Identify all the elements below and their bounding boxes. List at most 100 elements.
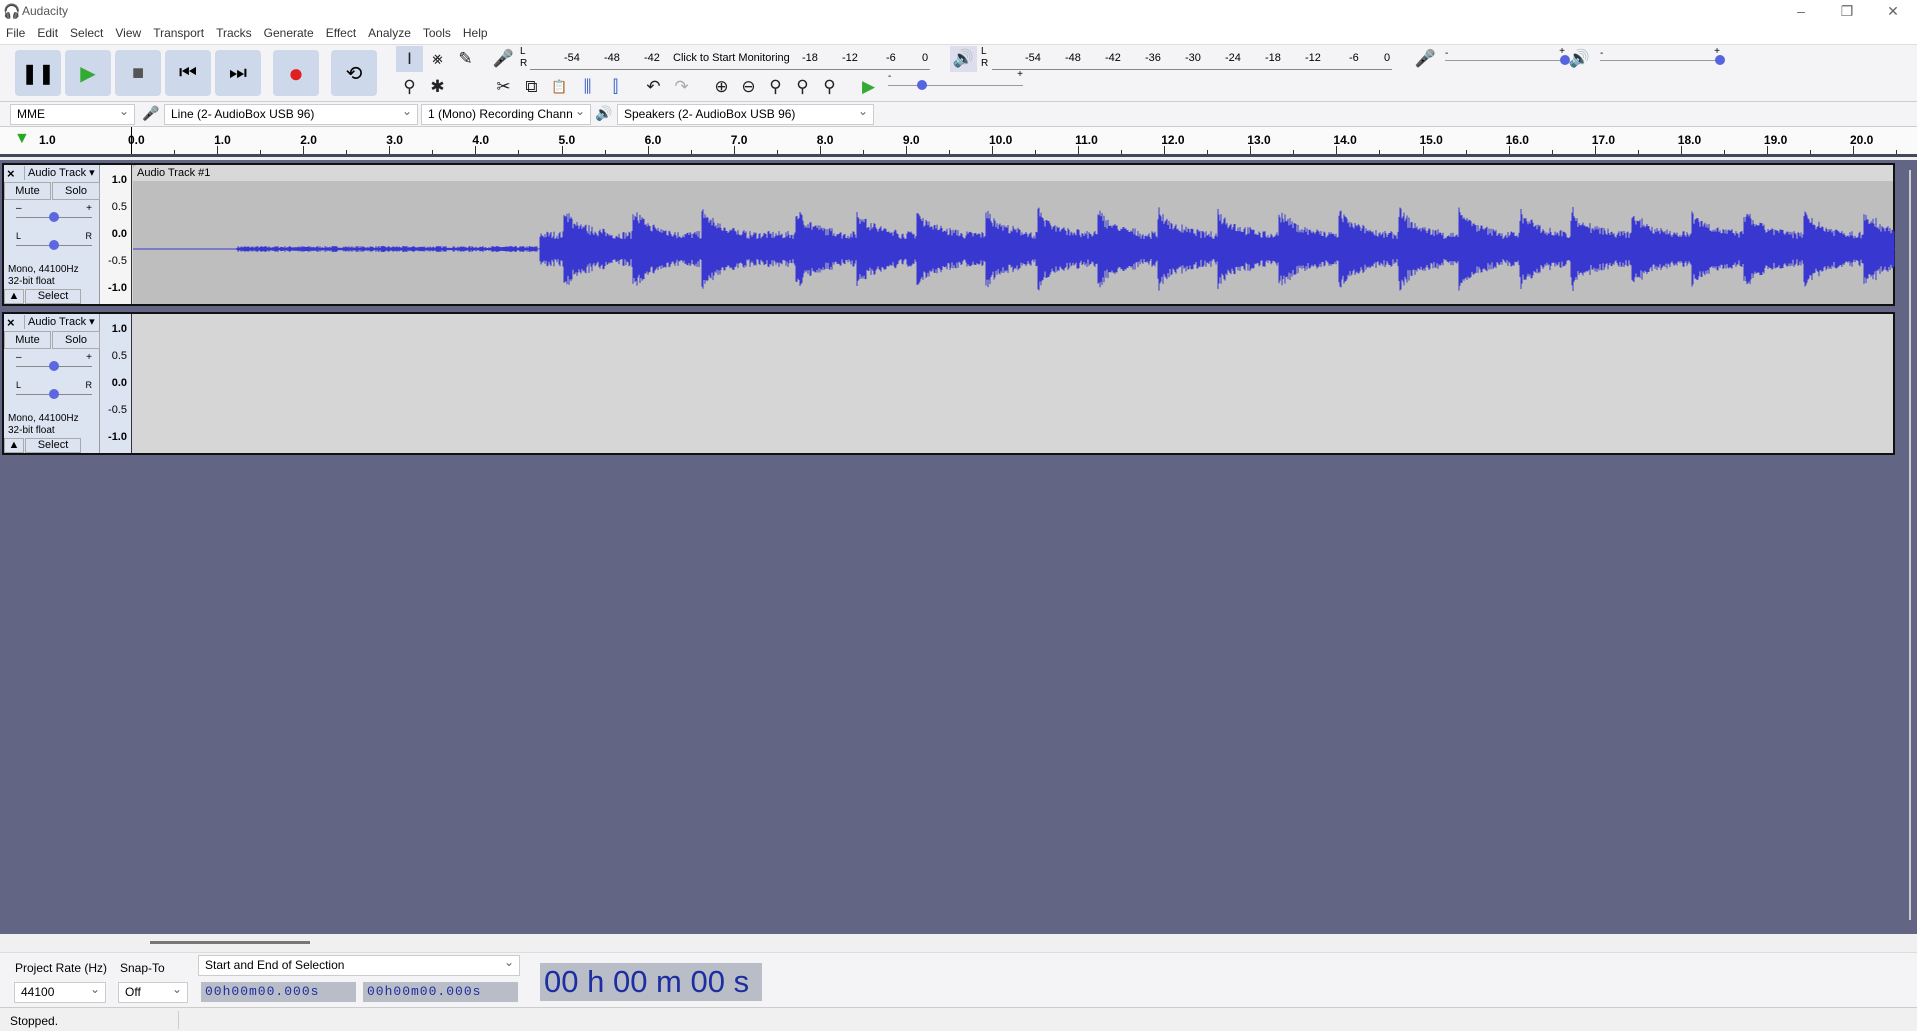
copy-icon[interactable]: ⧉: [518, 74, 545, 100]
waveform-area[interactable]: [133, 314, 1893, 453]
restore-button[interactable]: ❐: [1824, 0, 1870, 22]
playback-device-select[interactable]: Speakers (2- AudioBox USB 96): [617, 104, 874, 125]
recording-device-select[interactable]: Line (2- AudioBox USB 96): [164, 104, 418, 125]
menu-generate[interactable]: Generate: [258, 22, 320, 44]
menu-view[interactable]: View: [109, 22, 147, 44]
recording-volume-slider[interactable]: - +: [1445, 46, 1570, 65]
audacity-logo-icon: 🎧: [3, 3, 21, 19]
menu-transport[interactable]: Transport: [147, 22, 210, 44]
play-head-triangle-icon[interactable]: ▼: [14, 130, 30, 148]
ruler-tick: [776, 150, 778, 154]
ruler-tick: [604, 150, 606, 154]
undo-icon[interactable]: ↶: [640, 74, 667, 100]
envelope-tool-icon[interactable]: ⨳: [424, 46, 451, 72]
silence-icon[interactable]: ⫿: [602, 74, 629, 100]
ruler-tick: [992, 146, 993, 154]
audio-host-select[interactable]: MME: [10, 104, 135, 125]
select-track-button[interactable]: Select: [25, 289, 81, 304]
track-name: Audio Track: [28, 167, 87, 179]
multi-tool-icon[interactable]: ✱: [424, 74, 451, 100]
cut-icon[interactable]: ✂: [490, 74, 517, 100]
close-track-button[interactable]: ×: [7, 166, 15, 181]
vertical-scrollbar[interactable]: [1909, 170, 1911, 920]
ruler-label: 1.0: [214, 133, 231, 147]
zoom-toggle-icon[interactable]: ⚲: [816, 74, 843, 100]
waveform-area[interactable]: Audio Track #1: [133, 165, 1895, 304]
recording-channels-select[interactable]: 1 (Mono) Recording Chann: [421, 104, 591, 125]
track-format-info: Mono, 44100Hz: [8, 264, 79, 275]
menu-edit[interactable]: Edit: [31, 22, 64, 44]
menu-effect[interactable]: Effect: [320, 22, 362, 44]
close-track-button[interactable]: ×: [7, 315, 15, 330]
ruler-tick: [1207, 150, 1209, 154]
track-name-menu[interactable]: Audio Track ▾: [24, 315, 100, 329]
select-track-button[interactable]: Select: [25, 438, 81, 453]
selection-end-time[interactable]: 00h00m00.000s: [363, 982, 518, 1002]
selection-start-time[interactable]: 00h00m00.000s: [201, 982, 356, 1002]
play-button[interactable]: ▶: [65, 50, 111, 96]
vertical-ruler[interactable]: 1.0 0.5 0.0 -0.5 -1.0: [100, 165, 132, 304]
slider-thumb[interactable]: [49, 389, 59, 399]
timeline-ruler[interactable]: ▼ 1.0 0.0 1.0 2.0 3.0 4.0 5.0 6.0 7.0 8.0 9.0 10.0 1…: [0, 127, 1917, 157]
fit-selection-icon[interactable]: ⚲: [762, 74, 789, 100]
record-button[interactable]: ●: [273, 50, 319, 96]
solo-button[interactable]: Solo: [52, 182, 100, 200]
vertical-ruler[interactable]: 1.0 0.5 0.0 -0.5 -1.0: [100, 314, 132, 453]
audio-position-time[interactable]: 00 h 00 m 00 s: [540, 963, 762, 1001]
mute-button[interactable]: Mute: [4, 182, 51, 200]
playback-volume-slider[interactable]: - +: [1600, 46, 1725, 65]
slider-thumb[interactable]: [49, 240, 59, 250]
playback-meter[interactable]: -54 -48 -42 -36 -30 -24 -18 -12 -6 0: [992, 46, 1392, 70]
skip-to-start-button[interactable]: ⏮: [165, 50, 211, 96]
ruler-tick: [1723, 150, 1725, 154]
skip-to-end-button[interactable]: ⏭: [215, 50, 261, 96]
draw-tool-icon[interactable]: ✎: [452, 46, 479, 72]
speaker-icon[interactable]: 🔊: [950, 46, 977, 72]
menu-help[interactable]: Help: [457, 22, 494, 44]
pause-button[interactable]: ❚❚: [15, 50, 61, 96]
slider-thumb[interactable]: [1715, 55, 1725, 65]
trim-icon[interactable]: ⫼: [574, 74, 601, 100]
solo-button[interactable]: Solo: [52, 331, 100, 349]
collapse-track-button[interactable]: ▲: [4, 289, 24, 304]
redo-icon[interactable]: ↷: [668, 74, 695, 100]
record-meter-mic-icon[interactable]: 🎤: [490, 46, 517, 72]
stop-button[interactable]: ■: [115, 50, 161, 96]
horizontal-scrollbar-thumb[interactable]: [150, 941, 310, 944]
menu-select[interactable]: Select: [64, 22, 109, 44]
selection-tool-icon[interactable]: I: [396, 46, 423, 72]
slider-thumb[interactable]: [916, 80, 927, 90]
menu-tools[interactable]: Tools: [417, 22, 457, 44]
menu-analyze[interactable]: Analyze: [362, 22, 417, 44]
menu-tracks[interactable]: Tracks: [210, 22, 258, 44]
zoom-out-icon[interactable]: ⊖: [735, 74, 762, 100]
gain-slider[interactable]: – +: [16, 352, 92, 371]
selection-mode-select[interactable]: Start and End of Selection: [198, 955, 520, 976]
minimize-button[interactable]: –: [1778, 0, 1824, 22]
pan-slider[interactable]: LR: [16, 231, 92, 250]
gain-slider[interactable]: – +: [16, 203, 92, 222]
menu-file[interactable]: File: [0, 22, 31, 44]
play-at-speed-icon[interactable]: ▶: [855, 74, 882, 100]
zoom-in-icon[interactable]: ⊕: [708, 74, 735, 100]
track-name-menu[interactable]: Audio Track ▾: [24, 166, 100, 180]
clip-title-bar[interactable]: Audio Track #1: [133, 165, 1893, 181]
horizontal-scroll-area: [0, 934, 1917, 952]
audio-track[interactable]: × Audio Track ▾ Mute Solo – + LR Mono, 44…: [2, 312, 1895, 455]
fit-project-icon[interactable]: ⚲: [789, 74, 816, 100]
play-speed-slider[interactable]: - +: [888, 69, 1023, 90]
collapse-track-button[interactable]: ▲: [4, 438, 24, 453]
slider-thumb[interactable]: [49, 361, 59, 371]
zoom-tool-icon[interactable]: ⚲: [396, 74, 423, 100]
snap-to-select[interactable]: Off: [118, 982, 188, 1003]
close-button[interactable]: ✕: [1870, 0, 1916, 22]
mute-button[interactable]: Mute: [4, 331, 51, 349]
pan-slider[interactable]: LR: [16, 380, 92, 399]
project-rate-select[interactable]: 44100: [14, 982, 106, 1003]
loop-button[interactable]: ⟲: [331, 50, 377, 96]
start-monitoring-label[interactable]: Click to Start Monitoring: [673, 52, 790, 64]
audio-track[interactable]: × Audio Track ▾ Mute Solo – + LR Mono, 44…: [2, 163, 1895, 306]
record-meter[interactable]: -54 -48 -42 Click to Start Monitoring -1…: [530, 46, 930, 70]
paste-icon[interactable]: 📋: [546, 74, 573, 100]
slider-thumb[interactable]: [49, 212, 59, 222]
